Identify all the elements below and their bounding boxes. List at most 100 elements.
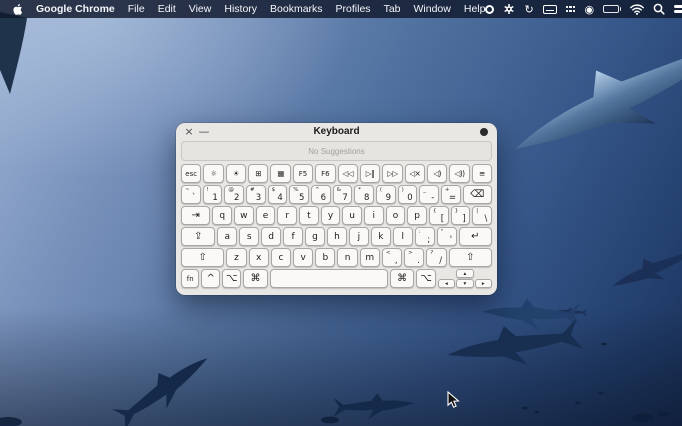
key-volume-down[interactable]: ◁) bbox=[427, 164, 447, 183]
key-backtick[interactable]: ~` bbox=[181, 185, 201, 204]
key-shift-right[interactable]: ⇧ bbox=[449, 248, 492, 267]
key-delete[interactable]: ⌫ bbox=[463, 185, 492, 204]
key-control[interactable]: ^ bbox=[201, 269, 219, 288]
key-menu-list[interactable]: ≡ bbox=[472, 164, 492, 183]
key-i[interactable]: i bbox=[364, 206, 384, 225]
key-shift-left[interactable]: ⇧ bbox=[181, 248, 224, 267]
key-bracket-right[interactable]: }] bbox=[451, 206, 471, 225]
menu-tab[interactable]: Tab bbox=[384, 3, 401, 15]
key-period[interactable]: >. bbox=[404, 248, 424, 267]
key-tab[interactable]: ⇥ bbox=[181, 206, 210, 225]
menu-bookmarks[interactable]: Bookmarks bbox=[270, 3, 323, 15]
key-s[interactable]: s bbox=[239, 227, 259, 246]
key-bracket-left[interactable]: {[ bbox=[429, 206, 449, 225]
sync-icon[interactable]: ↻ bbox=[524, 2, 533, 16]
key-c[interactable]: c bbox=[271, 248, 291, 267]
key-d[interactable]: d bbox=[261, 227, 281, 246]
key-h[interactable]: h bbox=[327, 227, 347, 246]
menu-edit[interactable]: Edit bbox=[158, 3, 176, 15]
key-brightness-up[interactable]: ☀ bbox=[226, 164, 246, 183]
key-7[interactable]: &7 bbox=[333, 185, 353, 204]
key-p[interactable]: p bbox=[407, 206, 427, 225]
panel-options-button[interactable] bbox=[480, 128, 488, 136]
key-play-pause[interactable]: ▷‖ bbox=[360, 164, 380, 183]
key-mission-control[interactable]: ⊞ bbox=[248, 164, 268, 183]
status-circle-icon[interactable] bbox=[485, 2, 494, 16]
key-g[interactable]: g bbox=[305, 227, 325, 246]
key-volume-up[interactable]: ◁)) bbox=[449, 164, 469, 183]
key-b[interactable]: b bbox=[315, 248, 335, 267]
key-5[interactable]: %5 bbox=[289, 185, 309, 204]
minimize-button[interactable]: — bbox=[197, 123, 211, 140]
key-semicolon[interactable]: :; bbox=[415, 227, 435, 246]
key-option-left[interactable]: ⌥ bbox=[222, 269, 241, 288]
key-o[interactable]: o bbox=[386, 206, 406, 225]
battery-icon[interactable] bbox=[603, 2, 621, 16]
key-1[interactable]: !1 bbox=[203, 185, 223, 204]
key-slash[interactable]: ?/ bbox=[426, 248, 446, 267]
key-e[interactable]: e bbox=[256, 206, 276, 225]
key-0[interactable]: )0 bbox=[398, 185, 418, 204]
key-9[interactable]: (9 bbox=[376, 185, 396, 204]
key-f[interactable]: f bbox=[283, 227, 303, 246]
key-3[interactable]: #3 bbox=[246, 185, 266, 204]
key-rewind[interactable]: ◁◁ bbox=[338, 164, 358, 183]
key-quote[interactable]: "' bbox=[437, 227, 457, 246]
key-2[interactable]: @2 bbox=[224, 185, 244, 204]
menu-window[interactable]: Window bbox=[414, 3, 451, 15]
key-command-left[interactable]: ⌘ bbox=[243, 269, 267, 288]
menu-view[interactable]: View bbox=[189, 3, 212, 15]
key-equals[interactable]: += bbox=[441, 185, 461, 204]
apple-menu[interactable] bbox=[12, 2, 23, 16]
screen-record-icon[interactable]: ◉ bbox=[584, 2, 594, 16]
key-n[interactable]: n bbox=[337, 248, 357, 267]
key-v[interactable]: v bbox=[293, 248, 313, 267]
key-8[interactable]: *8 bbox=[354, 185, 374, 204]
key-fn[interactable]: fn bbox=[181, 269, 199, 288]
key-z[interactable]: z bbox=[226, 248, 246, 267]
key-k[interactable]: k bbox=[371, 227, 391, 246]
menu-help[interactable]: Help bbox=[464, 3, 486, 15]
key-backslash[interactable]: |\ bbox=[472, 206, 492, 225]
key-arrow-down[interactable]: ▾ bbox=[456, 279, 473, 288]
spotlight-icon[interactable] bbox=[653, 2, 665, 16]
key-arrow-left[interactable]: ◂ bbox=[438, 279, 455, 288]
key-m[interactable]: m bbox=[360, 248, 380, 267]
key-j[interactable]: j bbox=[349, 227, 369, 246]
key-arrow-up[interactable]: ▴ bbox=[456, 269, 473, 278]
key-arrow-right[interactable]: ▸ bbox=[475, 279, 492, 288]
display-card-icon[interactable] bbox=[543, 2, 557, 16]
key-w[interactable]: w bbox=[234, 206, 254, 225]
key-u[interactable]: u bbox=[342, 206, 362, 225]
wifi-icon[interactable] bbox=[630, 2, 644, 16]
key-fast-forward[interactable]: ▷▷ bbox=[382, 164, 402, 183]
key-return[interactable]: ↵ bbox=[459, 227, 492, 246]
active-app-name[interactable]: Google Chrome bbox=[36, 3, 115, 15]
key-r[interactable]: r bbox=[277, 206, 297, 225]
menu-file[interactable]: File bbox=[128, 3, 145, 15]
key-launchpad[interactable]: ▦ bbox=[270, 164, 290, 183]
key-q[interactable]: q bbox=[212, 206, 232, 225]
key-6[interactable]: ^6 bbox=[311, 185, 331, 204]
key-command-right[interactable]: ⌘ bbox=[390, 269, 414, 288]
key-x[interactable]: x bbox=[249, 248, 269, 267]
key-4[interactable]: $4 bbox=[268, 185, 288, 204]
keyboard-layout-icon[interactable] bbox=[566, 2, 576, 16]
key-comma[interactable]: <, bbox=[382, 248, 402, 267]
key-option-right[interactable]: ⌥ bbox=[416, 269, 435, 288]
control-center-icon[interactable] bbox=[674, 2, 682, 16]
key-f5[interactable]: F5 bbox=[293, 164, 313, 183]
close-button[interactable]: × bbox=[182, 123, 196, 140]
key-esc[interactable]: esc bbox=[181, 164, 201, 183]
key-brightness-down[interactable]: ☼ bbox=[203, 164, 223, 183]
key-t[interactable]: t bbox=[299, 206, 319, 225]
key-mute[interactable]: ◁× bbox=[405, 164, 425, 183]
key-caps-lock[interactable]: ⇪ bbox=[181, 227, 215, 246]
key-l[interactable]: l bbox=[393, 227, 413, 246]
key-space[interactable] bbox=[270, 269, 388, 288]
key-f6[interactable]: F6 bbox=[315, 164, 335, 183]
menu-history[interactable]: History bbox=[224, 3, 257, 15]
window-titlebar[interactable]: × — Keyboard bbox=[176, 123, 497, 140]
settings-gear-icon[interactable] bbox=[503, 2, 515, 16]
key-minus[interactable]: _- bbox=[419, 185, 439, 204]
